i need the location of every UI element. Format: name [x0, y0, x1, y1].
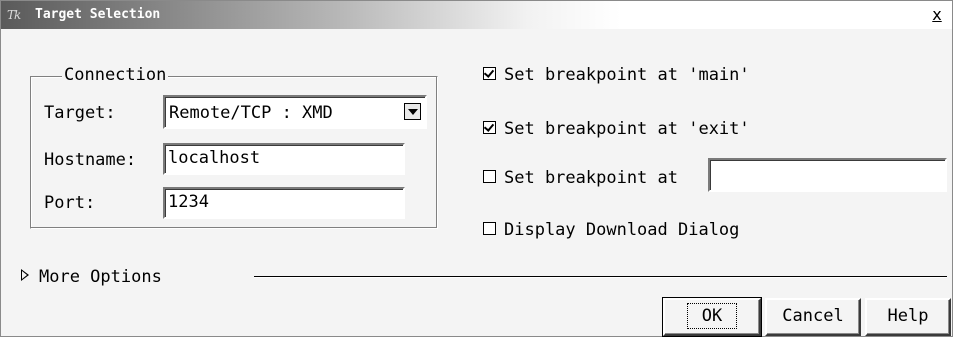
expand-triangle-icon[interactable] [21, 269, 29, 281]
target-value: Remote/TCP : XMD [169, 103, 333, 123]
chevron-down-icon[interactable] [404, 103, 421, 120]
title-bar[interactable]: Tk Target Selection x [1, 1, 952, 29]
cancel-button[interactable]: Cancel [765, 298, 861, 336]
breakpoint-main-option[interactable]: Set breakpoint at 'main' [483, 64, 750, 86]
breakpoint-custom-label: Set breakpoint at [504, 168, 678, 188]
hostname-field[interactable]: localhost [163, 143, 405, 175]
tk-logo-icon: Tk [7, 8, 21, 22]
download-dialog-checkbox[interactable] [483, 221, 496, 235]
more-options-label: More Options [39, 267, 162, 287]
breakpoint-main-label: Set breakpoint at 'main' [504, 65, 750, 85]
breakpoint-custom-checkbox[interactable] [483, 169, 496, 183]
breakpoint-main-checkbox[interactable] [483, 66, 496, 80]
connection-legend: Connection [62, 64, 169, 86]
target-selection-dialog: Tk Target Selection x Connection Target:… [0, 0, 953, 337]
target-label: Target: [44, 103, 116, 123]
breakpoint-exit-label: Set breakpoint at 'exit' [504, 119, 750, 139]
more-options-toggle[interactable]: More Options [21, 266, 162, 288]
breakpoint-custom-input[interactable] [708, 158, 947, 192]
download-dialog-option[interactable]: Display Download Dialog [483, 219, 739, 241]
hostname-label: Hostname: [44, 150, 137, 170]
breakpoint-exit-checkbox[interactable] [483, 120, 496, 134]
port-field[interactable]: 1234 [163, 187, 405, 219]
ok-button-label: OK [686, 303, 738, 329]
download-dialog-label: Display Download Dialog [504, 220, 740, 240]
separator-line [254, 276, 947, 278]
breakpoint-custom-option[interactable]: Set breakpoint at [483, 167, 678, 189]
port-label: Port: [44, 193, 96, 213]
target-combobox[interactable]: Remote/TCP : XMD [163, 95, 427, 129]
breakpoint-exit-option[interactable]: Set breakpoint at 'exit' [483, 118, 750, 140]
window-title: Target Selection [35, 7, 161, 22]
ok-button[interactable]: OK [662, 297, 762, 337]
help-button[interactable]: Help [865, 298, 951, 336]
close-icon[interactable]: x [928, 5, 946, 25]
